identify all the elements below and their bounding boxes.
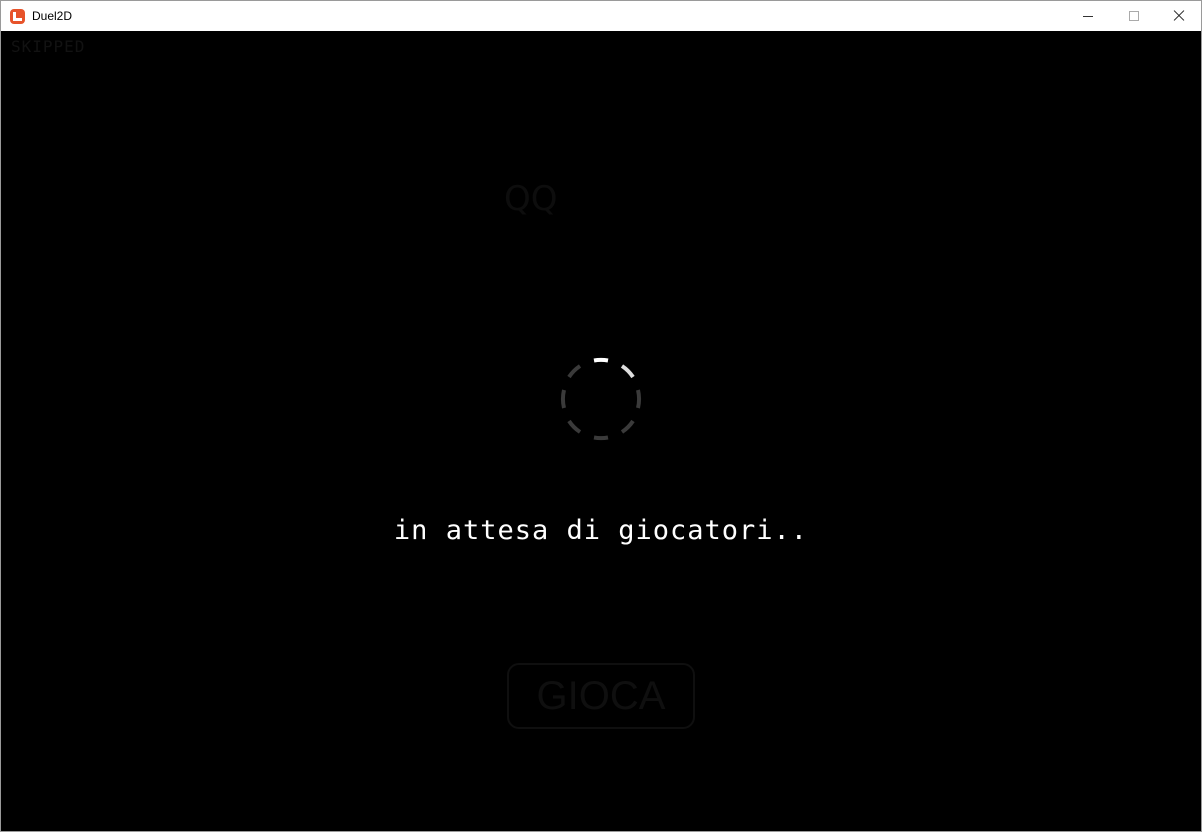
spinner-segment (567, 419, 582, 434)
spinner-segment (620, 364, 635, 379)
game-canvas[interactable]: SKIPPED QQ in attesa di giocatori.. GIOC… (1, 31, 1201, 831)
spinner-segment (593, 435, 609, 441)
maximize-icon[interactable] (1111, 1, 1157, 31)
corner-label: SKIPPED (11, 37, 86, 56)
monogame-icon (10, 9, 25, 24)
loading-spinner-icon (560, 357, 642, 441)
spinner-segment (560, 389, 566, 409)
waiting-status-text: in attesa di giocatori.. (393, 515, 809, 546)
spinner-segment (636, 389, 642, 409)
play-button[interactable]: GIOCA (507, 663, 695, 729)
game-window: Duel2D SKIPPED QQ in attesa di giocatori… (0, 0, 1202, 832)
spinner-segment (567, 364, 582, 379)
title-bar[interactable]: Duel2D (1, 1, 1201, 31)
faded-glyph: QQ (504, 179, 558, 219)
window-title: Duel2D (32, 9, 73, 23)
minimize-icon[interactable] (1065, 1, 1111, 31)
footer-text: ... (601, 827, 610, 831)
close-icon[interactable] (1155, 1, 1201, 31)
spinner-segment (593, 357, 609, 363)
play-button-label: GIOCA (536, 673, 666, 718)
spinner-segment (620, 419, 635, 434)
